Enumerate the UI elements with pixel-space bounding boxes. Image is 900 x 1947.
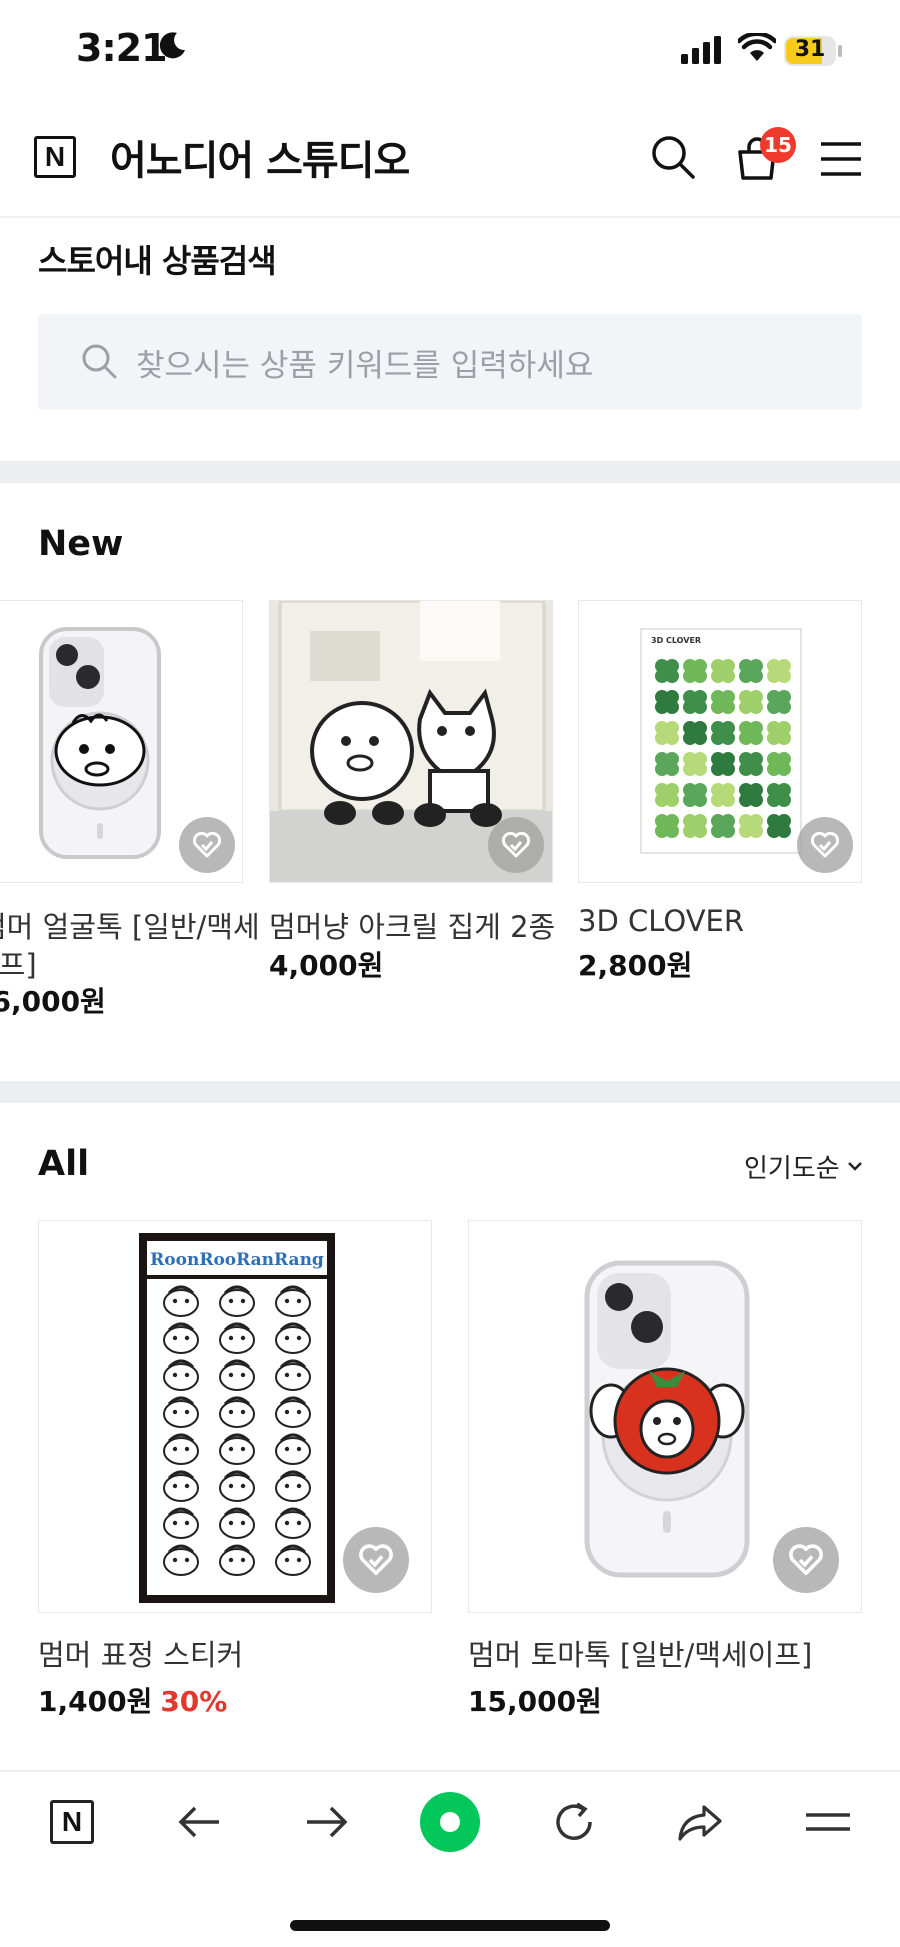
product-card-new-2[interactable] (269, 600, 553, 883)
header-divider (0, 216, 900, 218)
product-price: 15,000원 (468, 1685, 602, 1718)
heart-icon (789, 1544, 823, 1575)
wifi-icon (738, 33, 776, 61)
product-name[interactable]: 3D CLOVER (578, 904, 744, 938)
cart-count-badge: 15 (760, 127, 796, 163)
wishlist-button[interactable] (797, 817, 853, 873)
share-icon (678, 1805, 722, 1841)
reload-button[interactable] (546, 1794, 602, 1850)
wishlist-button[interactable] (179, 817, 235, 873)
product-price: 1,400원 30% (38, 1680, 227, 1720)
naver-home-button[interactable]: N (44, 1794, 100, 1850)
product-name[interactable]: 멈머 얼굴톡 [일반/맥세 (0, 904, 260, 946)
product-card-new-1[interactable] (0, 600, 243, 883)
section-divider (0, 1081, 900, 1103)
naver-logo[interactable]: N (34, 136, 76, 178)
status-time: 3:21 (76, 26, 168, 70)
share-button[interactable] (672, 1794, 728, 1850)
search-icon (82, 344, 117, 379)
sticker-sheet-label: RoonRooRanRang (150, 1250, 324, 1270)
menu-icon (806, 1813, 850, 1831)
heart-icon (192, 831, 222, 858)
product-name[interactable]: 멈머냥 아크릴 집게 2종 (269, 904, 555, 946)
battery-tip (838, 45, 842, 57)
forward-button[interactable] (298, 1794, 354, 1850)
reload-icon (556, 1802, 592, 1840)
signal-icon (681, 36, 721, 64)
product-price: 2,800원 (578, 949, 693, 982)
new-section-title: New (38, 524, 124, 564)
heart-icon (359, 1544, 393, 1575)
product-card-all-2[interactable] (468, 1220, 862, 1613)
naver-home-icon: N (50, 1800, 94, 1844)
heart-icon (810, 831, 840, 858)
menu-icon[interactable] (818, 136, 864, 182)
green-dot-button[interactable] (418, 1790, 482, 1854)
clover-sheet-title: 3D CLOVER (651, 636, 701, 645)
product-price: 16,000원 (0, 985, 106, 1018)
moon-icon (159, 32, 185, 59)
chevron-down-icon[interactable] (846, 1160, 864, 1172)
wishlist-button[interactable] (773, 1527, 839, 1593)
green-dot-icon (420, 1792, 480, 1852)
search-icon[interactable] (650, 134, 696, 180)
sort-dropdown[interactable]: 인기도순 (744, 1148, 840, 1185)
back-button[interactable] (172, 1794, 228, 1850)
product-card-all-1[interactable]: RoonRooRanRang (38, 1220, 432, 1613)
price-value: 1,400원 (38, 1685, 153, 1718)
product-card-new-3[interactable]: 3D CLOVER (578, 600, 862, 883)
wishlist-button[interactable] (343, 1527, 409, 1593)
search-placeholder[interactable]: 찾으시는 상품 키워드를 입력하세요 (136, 340, 593, 385)
battery-level: 31 (794, 37, 826, 62)
product-name[interactable]: 멈머 표정 스티커 (38, 1632, 243, 1674)
all-section-title: All (38, 1144, 90, 1184)
wishlist-button[interactable] (488, 817, 544, 873)
product-name[interactable]: 이프] (0, 942, 37, 984)
search-heading: 스토어내 상품검색 (38, 242, 277, 280)
product-name[interactable]: 멈머 토마톡 [일반/맥세이프] (468, 1632, 812, 1674)
product-price: 4,000원 (269, 949, 384, 982)
forward-arrow-icon (307, 1806, 348, 1838)
home-indicator (290, 1920, 610, 1931)
store-title[interactable]: 어노디어 스튜디오 (110, 128, 410, 186)
back-arrow-icon (178, 1806, 219, 1838)
heart-icon (501, 831, 531, 858)
section-divider (0, 461, 900, 483)
browser-menu-button[interactable] (800, 1794, 856, 1850)
discount-rate: 30% (160, 1685, 228, 1718)
